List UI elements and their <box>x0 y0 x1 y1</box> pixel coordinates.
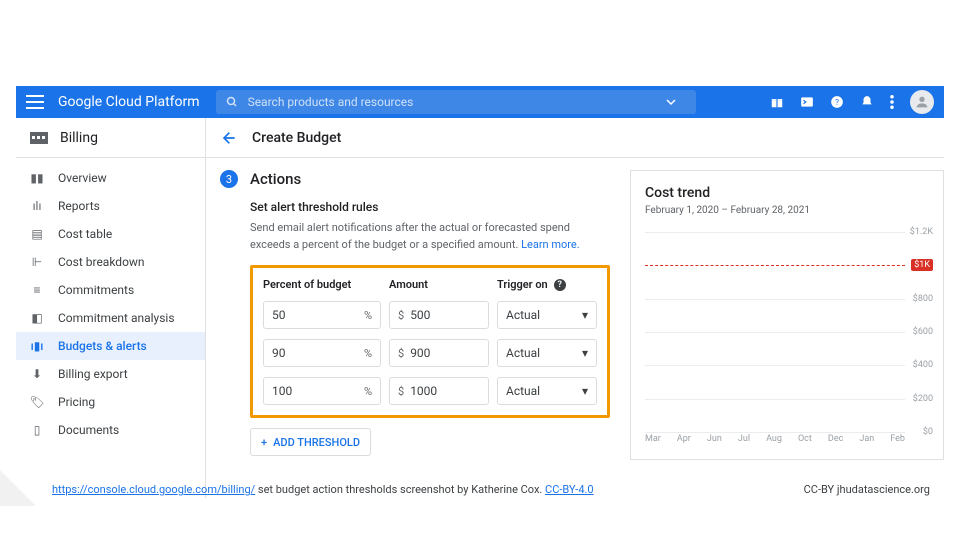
amount-input[interactable]: $900 <box>389 339 489 367</box>
plus-icon: + <box>261 436 267 449</box>
amount-input[interactable]: $1000 <box>389 377 489 405</box>
budgets-icon: ı▮ı <box>30 339 44 353</box>
more-icon[interactable] <box>890 95 894 109</box>
sidebar: Billing ▮▮Overview ılıReports ▤Cost tabl… <box>16 118 206 498</box>
step-header: 3 Actions <box>220 170 610 188</box>
y-tick-label: $400 <box>913 360 933 370</box>
footer-license[interactable]: CC-BY-4.0 <box>545 483 594 496</box>
threshold-box: Percent of budget Amount Trigger on? 50%… <box>250 265 610 418</box>
y-tick-label: $800 <box>913 294 933 304</box>
section-desc: Send email alert notifications after the… <box>250 220 610 253</box>
y-tick-label: $1.2K <box>910 227 933 237</box>
section-title: Set alert threshold rules <box>250 200 610 214</box>
main-header: Create Budget <box>206 118 944 158</box>
x-tick-label: Jun <box>707 434 722 444</box>
sidebar-item-documents[interactable]: ▯Documents <box>16 416 205 444</box>
back-arrow-icon[interactable] <box>220 130 236 146</box>
search-input[interactable]: Search products and resources <box>216 90 696 114</box>
help-icon[interactable]: ? <box>830 95 844 109</box>
sidebar-item-commitments[interactable]: ≡Commitments <box>16 276 205 304</box>
y-tick-label: $600 <box>913 327 933 337</box>
pricing-icon: 🏷 <box>30 395 44 409</box>
help-icon[interactable]: ? <box>554 279 566 291</box>
percent-input[interactable]: 50% <box>263 301 381 329</box>
chevron-down-icon[interactable] <box>666 97 676 107</box>
sidebar-title: Billing <box>60 130 98 146</box>
billing-icon <box>30 132 48 144</box>
x-tick-label: Mar <box>645 434 661 444</box>
chevron-down-icon: ▾ <box>582 346 588 360</box>
sidebar-item-commitment-analysis[interactable]: ◧Commitment analysis <box>16 304 205 332</box>
table-icon: ▤ <box>30 227 44 241</box>
percent-input[interactable]: 100% <box>263 377 381 405</box>
analysis-icon: ◧ <box>30 311 44 325</box>
x-tick-label: Aug <box>766 434 782 444</box>
bell-icon[interactable] <box>860 95 874 109</box>
x-tick-label: Apr <box>677 434 691 444</box>
chart-title: Cost trend <box>645 185 933 201</box>
sidebar-item-billing-export[interactable]: ⬇Billing export <box>16 360 205 388</box>
footer-attribution: CC-BY jhudatascience.org <box>804 483 930 496</box>
corner-fold <box>0 462 44 506</box>
avatar[interactable] <box>910 90 934 114</box>
threshold-row: 90% $900 Actual▾ <box>263 339 597 367</box>
sidebar-item-overview[interactable]: ▮▮Overview <box>16 164 205 192</box>
header-amount: Amount <box>389 278 489 291</box>
documents-icon: ▯ <box>30 423 44 437</box>
chart-subtitle: February 1, 2020 – February 28, 2021 <box>645 205 933 216</box>
header-trigger: Trigger on? <box>497 278 597 291</box>
percent-input[interactable]: 90% <box>263 339 381 367</box>
x-axis-labels: Mar Apr Jun Jul Aug Oct Dec Jan Feb <box>645 434 905 444</box>
x-tick-label: Dec <box>828 434 843 444</box>
step-title: Actions <box>250 170 301 188</box>
footer: https://console.cloud.google.com/billing… <box>52 483 930 496</box>
chart-area: Mar Apr Jun Jul Aug Oct Dec Jan Feb $0 $200 $400 $6… <box>645 232 933 442</box>
search-icon <box>226 96 238 108</box>
trigger-select[interactable]: Actual▾ <box>497 377 597 405</box>
sidebar-item-budgets-alerts[interactable]: ı▮ıBudgets & alerts <box>16 332 205 360</box>
export-icon: ⬇ <box>30 367 44 381</box>
y-tick-label: $0 <box>923 427 933 437</box>
step-number: 3 <box>220 170 238 188</box>
reports-icon: ılı <box>30 199 44 213</box>
footer-url[interactable]: https://console.cloud.google.com/billing… <box>52 483 255 496</box>
sidebar-item-cost-breakdown[interactable]: ⊩Cost breakdown <box>16 248 205 276</box>
chevron-down-icon: ▾ <box>582 308 588 322</box>
header-percent: Percent of budget <box>263 278 381 291</box>
main: Create Budget 3 Actions Set alert thresh… <box>206 118 944 498</box>
cloud-shell-icon[interactable] <box>800 95 814 109</box>
page-title: Create Budget <box>252 130 341 146</box>
svg-text:?: ? <box>835 97 839 107</box>
chevron-down-icon: ▾ <box>582 384 588 398</box>
add-threshold-button[interactable]: + ADD THRESHOLD <box>250 428 371 456</box>
sidebar-header: Billing <box>16 118 205 158</box>
budget-label: $1K <box>911 259 933 271</box>
top-bar: Google Cloud Platform Search products an… <box>16 86 944 118</box>
amount-input[interactable]: $500 <box>389 301 489 329</box>
threshold-row: 50% $500 Actual▾ <box>263 301 597 329</box>
y-tick-label: $200 <box>913 394 933 404</box>
sidebar-item-pricing[interactable]: 🏷Pricing <box>16 388 205 416</box>
trigger-select[interactable]: Actual▾ <box>497 339 597 367</box>
threshold-row: 100% $1000 Actual▾ <box>263 377 597 405</box>
gift-icon[interactable] <box>770 95 784 109</box>
sidebar-item-cost-table[interactable]: ▤Cost table <box>16 220 205 248</box>
brand-label: Google Cloud Platform <box>58 94 200 110</box>
x-tick-label: Oct <box>798 434 812 444</box>
menu-icon[interactable] <box>26 95 44 109</box>
cost-trend-panel: Cost trend February 1, 2020 – February 2… <box>630 170 944 460</box>
x-tick-label: Jul <box>738 434 750 444</box>
overview-icon: ▮▮ <box>30 171 44 185</box>
x-tick-label: Feb <box>890 434 905 444</box>
trigger-select[interactable]: Actual▾ <box>497 301 597 329</box>
top-icons: ? <box>770 90 934 114</box>
commitments-icon: ≡ <box>30 283 44 297</box>
breakdown-icon: ⊩ <box>30 255 44 269</box>
sidebar-item-reports[interactable]: ılıReports <box>16 192 205 220</box>
learn-more-link[interactable]: Learn more. <box>521 238 580 251</box>
x-tick-label: Jan <box>859 434 874 444</box>
